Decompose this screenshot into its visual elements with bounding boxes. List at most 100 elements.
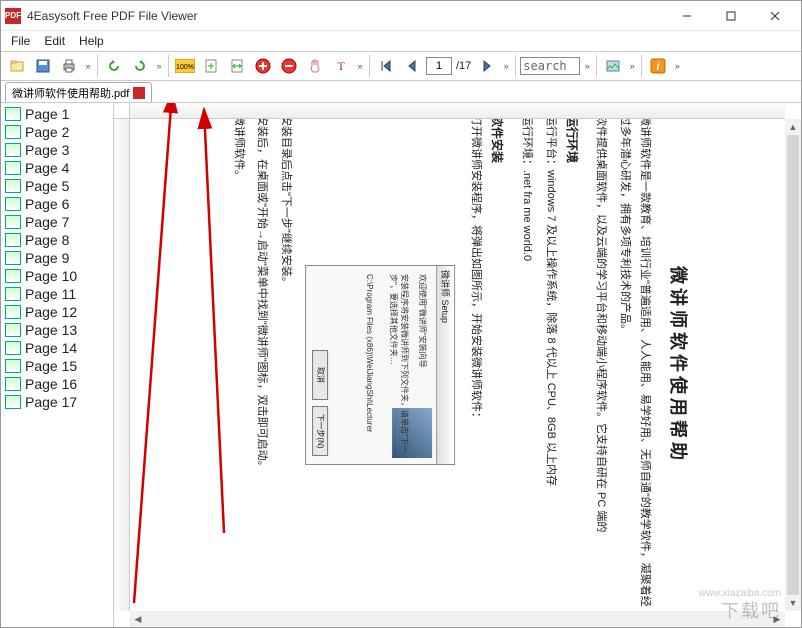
next-page-button[interactable]	[475, 54, 499, 78]
page-canvas-wrap[interactable]: 微讲师软件使用帮助 微讲师软件是一款教育、培训行业"普遍适用、人人能用、易学好用…	[130, 119, 785, 611]
page-thumb-10[interactable]: Page 10	[3, 267, 111, 285]
scroll-up-button[interactable]: ▲	[785, 119, 801, 135]
page-icon	[5, 269, 21, 283]
page-thumbnails-sidebar[interactable]: Page 1 Page 2 Page 3 Page 4 Page 5 Page …	[1, 103, 114, 627]
document-tab[interactable]: 微讲师软件使用帮助.pdf	[5, 82, 152, 102]
open-button[interactable]	[5, 54, 29, 78]
minimize-button[interactable]	[665, 2, 709, 30]
doc-paragraph: 软件提供桌面软件，以及云端的学习平台和移动端小程序软件。它支持自研在 PC 端的	[590, 119, 610, 611]
setup-cancel-button: 取消	[312, 350, 328, 400]
page-thumb-12[interactable]: Page 12	[3, 303, 111, 321]
rotate-ccw-button[interactable]	[102, 54, 126, 78]
page-thumb-5[interactable]: Page 5	[3, 177, 111, 195]
pdf-icon	[133, 87, 145, 99]
page-icon	[5, 179, 21, 193]
text-select-button[interactable]: T	[329, 54, 353, 78]
prev-page-button[interactable]	[400, 54, 424, 78]
page-thumb-9[interactable]: Page 9	[3, 249, 111, 267]
page-number-input[interactable]	[426, 57, 452, 75]
maximize-button[interactable]	[709, 2, 753, 30]
doc-title: 微讲师软件使用帮助	[666, 119, 692, 611]
toolbar-expander-3[interactable]: »	[355, 61, 365, 71]
menu-help[interactable]: Help	[73, 32, 110, 50]
info-button[interactable]: i	[646, 54, 670, 78]
page-icon	[5, 233, 21, 247]
toolbar-expander-2[interactable]: »	[154, 61, 164, 71]
scrollbar-vertical[interactable]: ▲ ▼	[785, 119, 801, 611]
setup-title: 微讲师 Setup	[436, 266, 454, 464]
page-thumb-3[interactable]: Page 3	[3, 141, 111, 159]
menubar: File Edit Help	[1, 31, 801, 51]
menu-file[interactable]: File	[5, 32, 36, 50]
menu-edit[interactable]: Edit	[38, 32, 71, 50]
scroll-down-button[interactable]: ▼	[785, 595, 801, 611]
page-thumb-1[interactable]: Page 1	[3, 105, 111, 123]
watermark-brand: 下载吧	[721, 597, 781, 623]
toolbar-expander-5[interactable]: »	[582, 61, 592, 71]
snapshot-button[interactable]	[601, 54, 625, 78]
rotate-cw-button[interactable]	[128, 54, 152, 78]
toolbar-expander-4[interactable]: »	[501, 61, 511, 71]
page-icon	[5, 125, 21, 139]
scrollbar-horizontal[interactable]: ◀ ▶	[130, 611, 785, 627]
doc-paragraph: 运行平台：windows 7 及以上操作系统，除落 8 代以上 CPU、8GB …	[539, 119, 559, 611]
page-thumb-2[interactable]: Page 2	[3, 123, 111, 141]
document-content: 微讲师软件使用帮助 微讲师软件是一款教育、培训行业"普遍适用、人人能用、易学好用…	[223, 119, 691, 611]
page-icon	[5, 215, 21, 229]
ruler-vertical	[114, 119, 130, 611]
page-thumb-14[interactable]: Page 14	[3, 339, 111, 357]
zoom-out-button[interactable]	[277, 54, 301, 78]
page-thumb-6[interactable]: Page 6	[3, 195, 111, 213]
search-input[interactable]	[520, 57, 580, 75]
page-thumb-11[interactable]: Page 11	[3, 285, 111, 303]
document-tabstrip: 微讲师软件使用帮助.pdf	[1, 81, 801, 103]
svg-text:T: T	[337, 59, 345, 73]
doc-heading: 运行环境	[563, 119, 580, 611]
first-page-button[interactable]	[374, 54, 398, 78]
zoom-in-button[interactable]	[251, 54, 275, 78]
page-icon	[5, 251, 21, 265]
document-view: 微讲师软件使用帮助 微讲师软件是一款教育、培训行业"普遍适用、人人能用、易学好用…	[114, 103, 801, 627]
toolbar-expander-7[interactable]: »	[672, 61, 682, 71]
fit-page-button[interactable]	[199, 54, 223, 78]
print-button[interactable]	[57, 54, 81, 78]
doc-heading: 软件安装	[489, 119, 506, 611]
doc-paragraph: 打开微讲师安装程序，将弹出如图所示，开始安装微讲师软件：	[465, 119, 485, 611]
fit-width-button[interactable]	[225, 54, 249, 78]
page-thumb-13[interactable]: Page 13	[3, 321, 111, 339]
page-icon	[5, 197, 21, 211]
scroll-thumb[interactable]	[787, 135, 799, 595]
setup-next-button: 下一步(N)	[312, 406, 328, 456]
page-thumb-7[interactable]: Page 7	[3, 213, 111, 231]
page-icon	[5, 305, 21, 319]
page-count-label: /17	[454, 60, 473, 72]
page-thumb-8[interactable]: Page 8	[3, 231, 111, 249]
toolbar-expander-1[interactable]: »	[83, 61, 93, 71]
doc-paragraph: 微讲师软件是一款教育、培训行业"普遍适用、人人能用、易学好用、无师自通"的教学软…	[614, 119, 654, 611]
workspace: Page 1 Page 2 Page 3 Page 4 Page 5 Page …	[1, 103, 801, 627]
window-title: 4Easysoft Free PDF File Viewer	[27, 9, 665, 23]
page-thumb-4[interactable]: Page 4	[3, 159, 111, 177]
ruler-corner	[114, 103, 130, 119]
page-thumb-16[interactable]: Page 16	[3, 375, 111, 393]
close-button[interactable]	[753, 2, 797, 30]
scroll-left-button[interactable]: ◀	[130, 611, 146, 627]
doc-paragraph: 运行环境：.net fra me world.0	[516, 119, 536, 611]
zoom-actual-button[interactable]: 100%	[173, 54, 197, 78]
save-button[interactable]	[31, 54, 55, 78]
page-icon	[5, 359, 21, 373]
tab-filename: 微讲师软件使用帮助.pdf	[12, 85, 129, 101]
page-icon	[5, 287, 21, 301]
toolbar: » » 100% T » /17 » » » i »	[1, 51, 801, 81]
titlebar: PDF 4Easysoft Free PDF File Viewer	[1, 1, 801, 31]
page-thumb-15[interactable]: Page 15	[3, 357, 111, 375]
page-icon	[5, 323, 21, 337]
page-thumb-17[interactable]: Page 17	[3, 393, 111, 411]
page-icon	[5, 395, 21, 409]
app-icon: PDF	[5, 8, 21, 24]
toolbar-expander-6[interactable]: »	[627, 61, 637, 71]
hand-tool-button[interactable]	[303, 54, 327, 78]
page-icon	[5, 341, 21, 355]
page-canvas: 微讲师软件使用帮助 微讲师软件是一款教育、培训行业"普遍适用、人人能用、易学好用…	[130, 119, 785, 611]
page-icon	[5, 143, 21, 157]
